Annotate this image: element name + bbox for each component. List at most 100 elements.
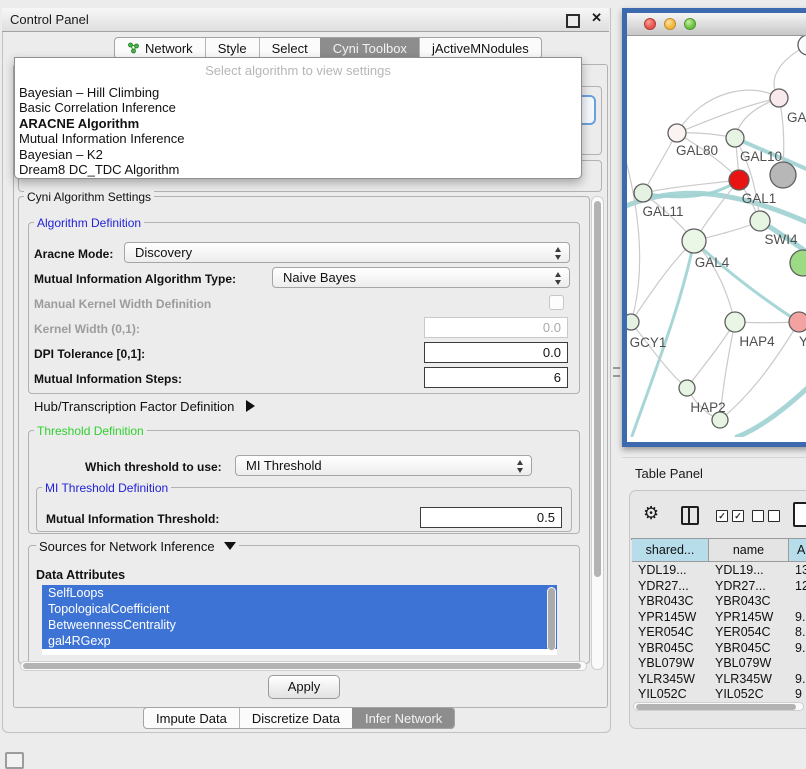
node-gal1[interactable] <box>729 170 749 190</box>
close-panel-icon[interactable] <box>591 10 602 26</box>
dropdown-item[interactable]: Dream8 DC_TDC Algorithm <box>15 162 581 177</box>
which-threshold-combo[interactable]: MI Threshold <box>235 455 532 476</box>
mi-steps-field[interactable]: 6 <box>424 367 568 388</box>
table-row[interactable]: YBL079WYBL079W <box>632 656 806 672</box>
node-hap2[interactable] <box>679 380 695 396</box>
table-row[interactable]: YBR043CYBR043C <box>632 594 806 610</box>
mi-threshold-label: Mutual Information Threshold: <box>46 512 219 526</box>
node-gal11[interactable] <box>634 184 652 202</box>
combo-arrows-icon <box>555 272 562 285</box>
dropdown-prompt: Select algorithm to view settings <box>15 58 581 85</box>
manual-kernel-checkbox[interactable] <box>549 295 564 310</box>
tab-network-label: Network <box>145 41 193 56</box>
table-row[interactable]: YDL19...YDL19...13 <box>632 563 806 579</box>
kernel-width-label: Kernel Width (0,1): <box>34 322 140 336</box>
window-close-icon[interactable] <box>644 18 656 30</box>
tab-impute-data[interactable]: Impute Data <box>144 708 239 728</box>
list-item[interactable]: TopologicalCoefficient <box>42 601 557 617</box>
node-label: GAL <box>787 110 806 125</box>
threshold-definition-title: Threshold Definition <box>34 424 147 438</box>
table-row[interactable]: YLR345WYLR345W9. <box>632 672 806 688</box>
node-label: GAL1 <box>742 191 777 206</box>
mi-type-label: Mutual Information Algorithm Type: <box>34 272 236 286</box>
mi-steps-label: Mutual Information Steps: <box>34 372 182 386</box>
node-gal80[interactable] <box>668 124 686 142</box>
settings-vscrollbar[interactable] <box>591 196 604 670</box>
export-table-icon[interactable] <box>793 502 806 527</box>
node-gray[interactable] <box>770 162 796 188</box>
tab-discretize-label: Discretize Data <box>252 711 340 726</box>
dropdown-item[interactable]: Basic Correlation Inference <box>15 100 581 115</box>
column-header-name[interactable]: name <box>709 539 789 562</box>
table-row[interactable]: YPR145WYPR145W9. <box>632 610 806 626</box>
manual-kernel-label: Manual Kernel Width Definition <box>34 297 211 311</box>
control-panel-tabbar: Network Style Select Cyni Toolbox jActiv… <box>114 37 542 59</box>
tab-cyni-toolbox[interactable]: Cyni Toolbox <box>320 38 419 58</box>
network-view-window[interactable]: GAL GAL80 GAL10 GAL1 GAL11 SWI4 GAL4 GCY… <box>622 8 806 447</box>
table-settings-gear-icon[interactable]: ⚙ <box>643 505 659 523</box>
node-swi4[interactable] <box>750 211 770 231</box>
table-hscrollbar[interactable] <box>633 702 804 711</box>
table-row[interactable]: YDR27...YDR27...12 <box>632 579 806 595</box>
hub-definition-disclosure[interactable]: Hub/Transcription Factor Definition <box>34 399 255 414</box>
aracne-mode-value: Discovery <box>135 245 192 260</box>
dropdown-item-selected[interactable]: ARACNE Algorithm <box>15 116 581 131</box>
aracne-mode-label: Aracne Mode: <box>34 247 113 261</box>
column-header-shared[interactable]: shared... <box>632 539 709 562</box>
disclosure-right-icon <box>246 400 255 412</box>
desktop: { "control_panel": { "title": "Control P… <box>0 0 806 762</box>
mi-threshold-field[interactable]: 0.5 <box>420 507 562 528</box>
tab-cyni-toolbox-label: Cyni Toolbox <box>333 41 407 56</box>
deselect-all-checks-icon[interactable] <box>752 510 780 522</box>
table-row[interactable]: YIL052CYIL052C9 <box>632 687 806 703</box>
table-columns-icon[interactable] <box>681 506 699 525</box>
window-zoom-icon[interactable] <box>684 18 696 30</box>
cyni-algorithm-settings-title: Cyni Algorithm Settings <box>24 190 154 204</box>
tab-select-label: Select <box>272 41 308 56</box>
list-item[interactable]: gal4RGexp <box>42 633 557 649</box>
panel-splitter-handle[interactable] <box>613 367 620 377</box>
network-icon <box>127 42 140 54</box>
node-gal4[interactable] <box>682 229 706 253</box>
sources-disclosure[interactable]: Sources for Network Inference <box>36 539 239 554</box>
kernel-width-field[interactable]: 0.0 <box>424 317 568 338</box>
float-panel-icon[interactable] <box>566 14 580 28</box>
apply-button[interactable]: Apply <box>268 675 340 699</box>
aracne-mode-combo[interactable]: Discovery <box>124 242 570 263</box>
tab-jactivemnodules-label: jActiveMNodules <box>432 41 529 56</box>
tab-network[interactable]: Network <box>115 38 205 58</box>
table-row[interactable]: YER054CYER054C8. <box>632 625 806 641</box>
node-hap4[interactable] <box>725 312 745 332</box>
network-canvas[interactable]: GAL GAL80 GAL10 GAL1 GAL11 SWI4 GAL4 GCY… <box>627 36 806 442</box>
tab-jactivemnodules[interactable]: jActiveMNodules <box>419 38 541 58</box>
minimized-panel-icon[interactable] <box>5 752 24 769</box>
tab-discretize-data[interactable]: Discretize Data <box>239 708 352 728</box>
tab-select[interactable]: Select <box>259 38 320 58</box>
node-y[interactable] <box>789 312 806 332</box>
node-gal7[interactable] <box>770 89 788 107</box>
data-attributes-list: SelfLoops TopologicalCoefficient Between… <box>42 585 557 655</box>
tab-style[interactable]: Style <box>205 38 259 58</box>
hub-definition-label: Hub/Transcription Factor Definition <box>34 399 234 414</box>
list-item[interactable]: BetweennessCentrality <box>42 617 557 633</box>
node-green[interactable] <box>790 250 806 276</box>
list-item[interactable]: SelfLoops <box>42 585 557 601</box>
table-row[interactable]: YBR045CYBR045C9. <box>632 641 806 657</box>
network-window-titlebar[interactable] <box>627 13 806 36</box>
dpi-tolerance-field[interactable]: 0.0 <box>424 342 568 363</box>
dropdown-item[interactable]: Bayesian – Hill Climbing <box>15 85 581 100</box>
dropdown-item[interactable]: Bayesian – K2 <box>15 147 581 162</box>
node[interactable] <box>798 36 806 55</box>
node-gcy1[interactable] <box>627 314 639 330</box>
settings-hscrollbar[interactable] <box>20 661 587 671</box>
data-attributes-label: Data Attributes <box>36 568 125 582</box>
dropdown-item[interactable]: Mutual Information Inference <box>15 131 581 146</box>
tab-infer-network[interactable]: Infer Network <box>352 708 454 728</box>
node-gal10[interactable] <box>726 129 744 147</box>
select-all-checks-icon[interactable] <box>716 510 744 522</box>
list-scrollbar[interactable] <box>547 587 556 651</box>
mi-type-combo[interactable]: Naive Bayes <box>272 267 570 288</box>
tab-style-label: Style <box>218 41 247 56</box>
column-header-partial[interactable]: A <box>789 539 806 562</box>
window-minimize-icon[interactable] <box>664 18 676 30</box>
